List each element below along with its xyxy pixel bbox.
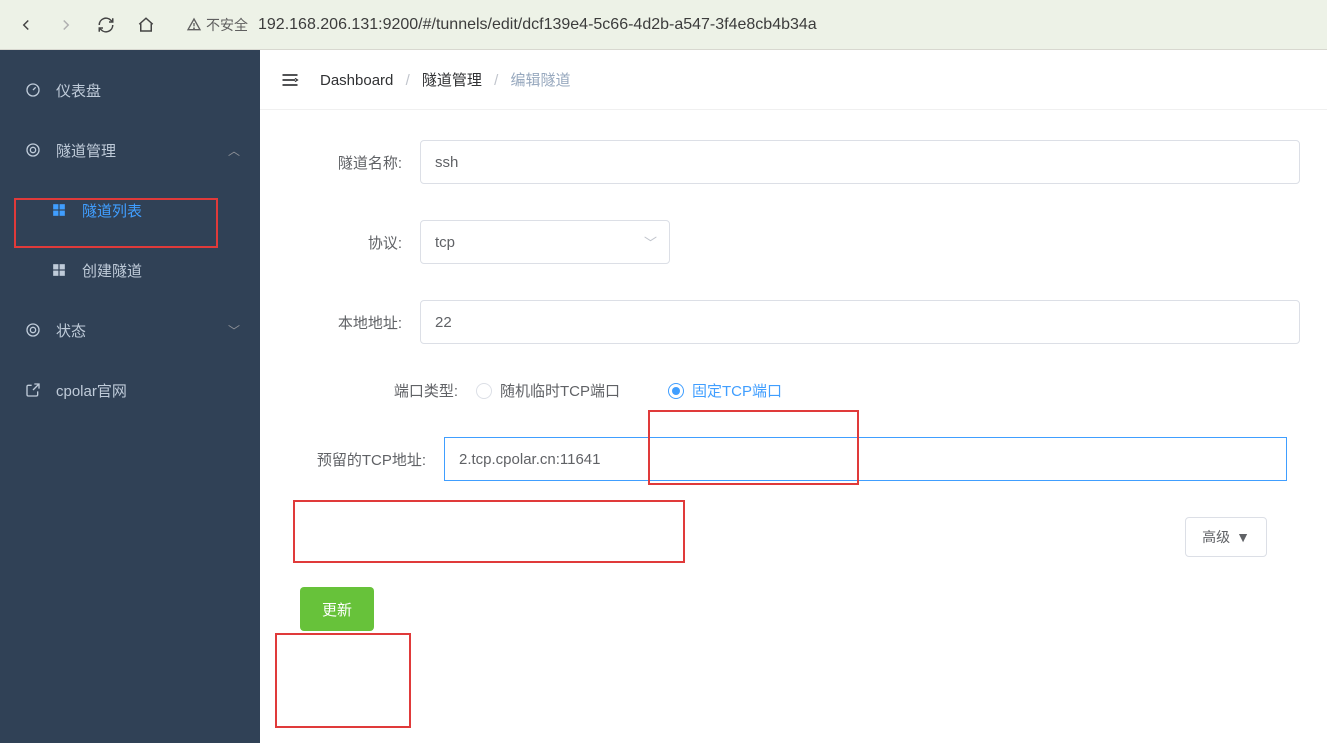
chevron-down-icon: ﹀ <box>644 233 657 252</box>
breadcrumb-item[interactable]: 隧道管理 <box>422 72 482 89</box>
row-port-type: 端口类型: 随机临时TCP端口 固定TCP端口 <box>280 380 1307 401</box>
radio-fixed-port[interactable]: 固定TCP端口 <box>668 380 782 401</box>
label-reserved-tcp: 预留的TCP地址: <box>304 449 444 470</box>
insecure-label: 不安全 <box>206 15 248 35</box>
sidebar-item-label: 状态 <box>56 320 86 341</box>
sidebar-item-create-tunnel[interactable]: 创建隧道 <box>0 240 260 300</box>
hamburger-icon[interactable] <box>280 70 300 90</box>
label-tunnel-name: 隧道名称: <box>280 152 420 173</box>
topbar: Dashboard / 隧道管理 / 编辑隧道 <box>260 50 1327 110</box>
label-port-type: 端口类型: <box>280 380 476 401</box>
row-tunnel-name: 隧道名称: <box>280 140 1307 184</box>
radio-group-port-type: 随机临时TCP端口 固定TCP端口 <box>476 380 782 401</box>
reload-button[interactable] <box>88 7 124 43</box>
caret-down-icon: ▼ <box>1236 529 1250 545</box>
sidebar: 仪表盘 隧道管理 ︿ 隧道列表 创建隧道 状态 ﹀ <box>0 50 260 743</box>
sidebar-item-tunnel-manage[interactable]: 隧道管理 ︿ <box>0 120 260 180</box>
input-reserved-tcp[interactable] <box>444 437 1287 481</box>
sidebar-item-label: 创建隧道 <box>82 260 142 281</box>
main-content: Dashboard / 隧道管理 / 编辑隧道 隧道名称: 协议: tcp ﹀ <box>260 50 1327 743</box>
insecure-badge: 不安全 <box>186 15 248 35</box>
label-protocol: 协议: <box>280 232 420 253</box>
row-advanced: 高级 ▼ <box>280 517 1307 557</box>
sidebar-item-tunnel-list[interactable]: 隧道列表 <box>0 180 260 240</box>
dashboard-icon <box>24 82 42 98</box>
breadcrumb-item[interactable]: Dashboard <box>320 72 393 89</box>
breadcrumb-separator: / <box>406 72 410 89</box>
radio-circle-icon <box>668 383 684 399</box>
external-link-icon <box>24 382 42 398</box>
status-icon <box>24 322 42 338</box>
label-local-addr: 本地地址: <box>280 312 420 333</box>
row-protocol: 协议: tcp ﹀ <box>280 220 1307 264</box>
radio-circle-icon <box>476 383 492 399</box>
tunnel-icon <box>24 142 42 158</box>
grid-icon <box>50 263 68 277</box>
home-button[interactable] <box>128 7 164 43</box>
grid-icon <box>50 203 68 217</box>
update-button[interactable]: 更新 <box>300 587 374 631</box>
sidebar-item-cpolar-site[interactable]: cpolar官网 <box>0 360 260 420</box>
sidebar-item-status[interactable]: 状态 ﹀ <box>0 300 260 360</box>
annotation-highlight <box>275 633 411 728</box>
select-protocol[interactable]: tcp ﹀ <box>420 220 670 264</box>
radio-label: 固定TCP端口 <box>692 380 782 401</box>
breadcrumb-separator: / <box>494 72 498 89</box>
radio-random-port[interactable]: 随机临时TCP端口 <box>476 380 620 401</box>
chevron-down-icon: ﹀ <box>228 322 240 339</box>
chevron-up-icon: ︿ <box>228 142 240 159</box>
sidebar-item-dashboard[interactable]: 仪表盘 <box>0 60 260 120</box>
advanced-label: 高级 <box>1202 527 1230 547</box>
address-bar[interactable]: 不安全 192.168.206.131:9200/#/tunnels/edit/… <box>176 7 1319 43</box>
row-submit: 更新 <box>280 587 1307 631</box>
advanced-button[interactable]: 高级 ▼ <box>1185 517 1267 557</box>
input-local-addr[interactable] <box>420 300 1300 344</box>
row-reserved-tcp: 预留的TCP地址: <box>304 437 1307 481</box>
sidebar-item-label: 隧道列表 <box>82 200 142 221</box>
forward-button[interactable] <box>48 7 84 43</box>
select-value: tcp <box>435 234 455 251</box>
sidebar-item-label: 仪表盘 <box>56 80 101 101</box>
submit-label: 更新 <box>322 602 352 619</box>
back-button[interactable] <box>8 7 44 43</box>
breadcrumb-item: 编辑隧道 <box>510 72 570 89</box>
breadcrumb: Dashboard / 隧道管理 / 编辑隧道 <box>320 69 570 90</box>
input-tunnel-name[interactable] <box>420 140 1300 184</box>
sidebar-item-label: 隧道管理 <box>56 140 116 161</box>
radio-label: 随机临时TCP端口 <box>500 380 620 401</box>
row-local-addr: 本地地址: <box>280 300 1307 344</box>
url-text: 192.168.206.131:9200/#/tunnels/edit/dcf1… <box>258 16 817 34</box>
edit-tunnel-form: 隧道名称: 协议: tcp ﹀ 本地地址: 端口类型: <box>260 110 1327 651</box>
browser-toolbar: 不安全 192.168.206.131:9200/#/tunnels/edit/… <box>0 0 1327 50</box>
sidebar-item-label: cpolar官网 <box>56 380 127 401</box>
